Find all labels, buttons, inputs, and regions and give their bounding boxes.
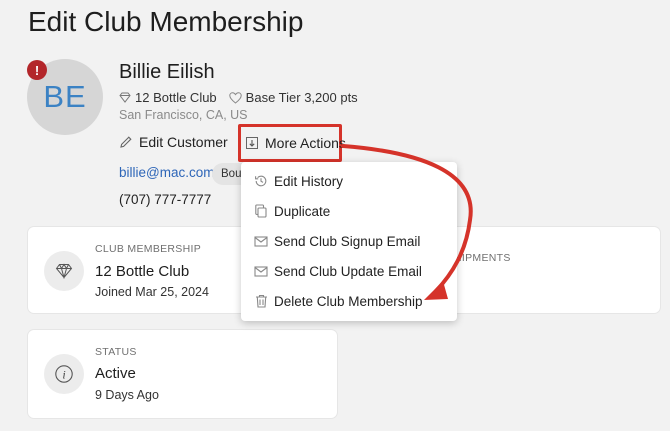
svg-text:i: i [62,368,65,382]
envelope-icon [251,265,271,277]
menu-item-label: Delete Club Membership [274,293,423,309]
customer-email-link[interactable]: billie@mac.com [119,165,214,180]
menu-item-edit-history[interactable]: Edit History [241,166,457,196]
club-name: 12 Bottle Club [135,90,217,105]
more-actions-button[interactable]: More Actions [238,124,346,162]
envelope-icon [251,235,271,247]
copy-icon [251,204,271,218]
tier-points: Base Tier 3,200 pts [245,90,358,105]
history-icon [251,174,271,188]
club-membership-label: CLUB MEMBERSHIP [95,243,202,255]
more-actions-label: More Actions [265,135,346,151]
more-actions-menu: Edit History Duplicate Send Club Signup … [241,162,457,321]
diamond-icon [119,92,131,103]
customer-phone: (707) 777-7777 [119,192,212,207]
menu-item-delete-club-membership[interactable]: Delete Club Membership [241,286,457,316]
download-icon [245,136,259,150]
customer-meta: 12 Bottle Club Base Tier 3,200 pts [119,90,358,105]
customer-location: San Francisco, CA, US [119,108,248,122]
page-title: Edit Club Membership [28,6,304,37]
shipments-label: HIPMENTS [454,252,511,264]
menu-item-send-club-update-email[interactable]: Send Club Update Email [241,256,457,286]
club-joined-date: Joined Mar 25, 2024 [95,285,209,299]
menu-item-duplicate[interactable]: Duplicate [241,196,457,226]
club-membership-value: 12 Bottle Club [95,263,190,280]
status-label: STATUS [95,346,137,358]
info-icon: i [44,354,84,394]
diamond-icon [44,251,84,291]
menu-item-label: Duplicate [274,203,331,219]
edit-customer-label: Edit Customer [139,134,228,150]
edit-customer-button[interactable]: Edit Customer [119,134,228,150]
status-since: 9 Days Ago [95,388,159,402]
alert-icon[interactable]: ! [27,60,47,80]
menu-item-label: Edit History [274,173,344,189]
status-card: i STATUS Active 9 Days Ago [28,330,337,418]
customer-name: Billie Eilish [119,61,215,83]
menu-item-label: Send Club Update Email [274,263,422,279]
pencil-icon [119,135,133,149]
heart-icon [228,91,242,104]
menu-item-send-club-signup-email[interactable]: Send Club Signup Email [241,226,457,256]
trash-icon [251,294,271,308]
menu-item-label: Send Club Signup Email [274,233,421,249]
status-value: Active [95,365,136,382]
